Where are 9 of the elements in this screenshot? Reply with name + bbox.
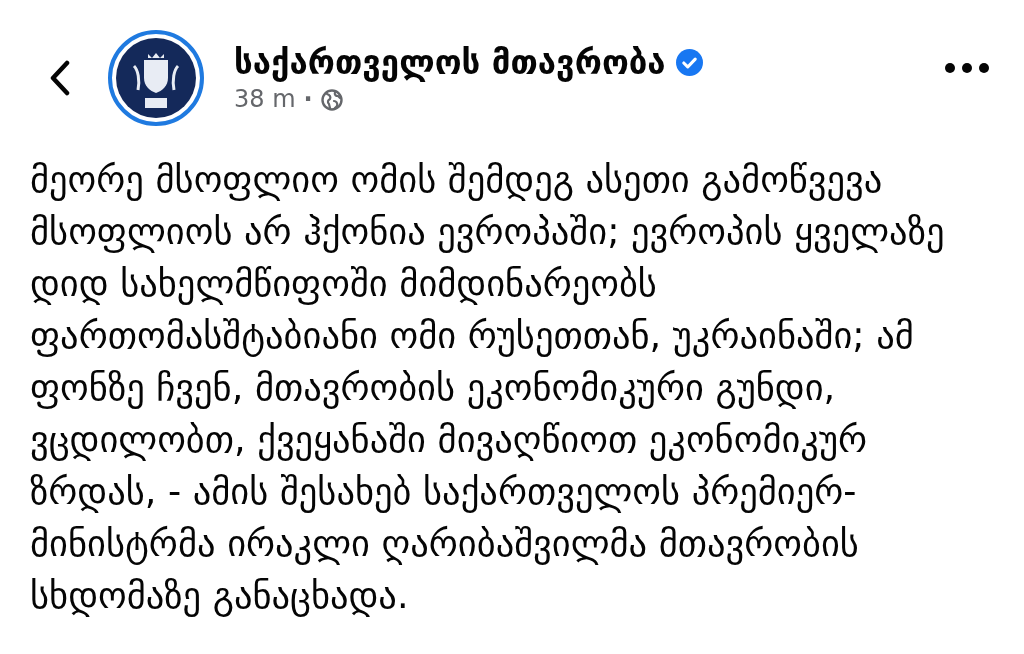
more-options-button[interactable] — [944, 61, 990, 75]
more-dots-icon — [944, 62, 990, 74]
back-chevron-icon — [49, 60, 71, 96]
avatar-emblem-icon[interactable] — [108, 30, 204, 126]
post-text: მეორე მსოფლიო ომის შემდეგ ასეთი გამოწვევა მსოფლიოს არ ჰქონია ევროპაში; ევროპის ყველაზე დიდ სახელმწიფოში მიმდინარეობს ფართომასშტაბიანი ომი რუსეთთან, უკრაინაში; ამ ფონზე ჩვენ, მთავრობის ეკონომიკური გუნდი, ვცდილობთ, ქვეყანაში მივაღწიოთ ეკონომიკურ ზრდას, - ამის შესახებ საქართველოს პრემიერ-მინისტრმა ირაკლი ღარიბაშვილმა მთავრობის სხდომაზე განაცხადა. — [29, 157, 946, 619]
separator-dot: · — [303, 85, 313, 114]
page-name[interactable]: საქართველოს მთავრობა — [234, 41, 666, 84]
post-time[interactable]: 38 m — [234, 85, 296, 114]
globe-icon — [320, 88, 343, 111]
